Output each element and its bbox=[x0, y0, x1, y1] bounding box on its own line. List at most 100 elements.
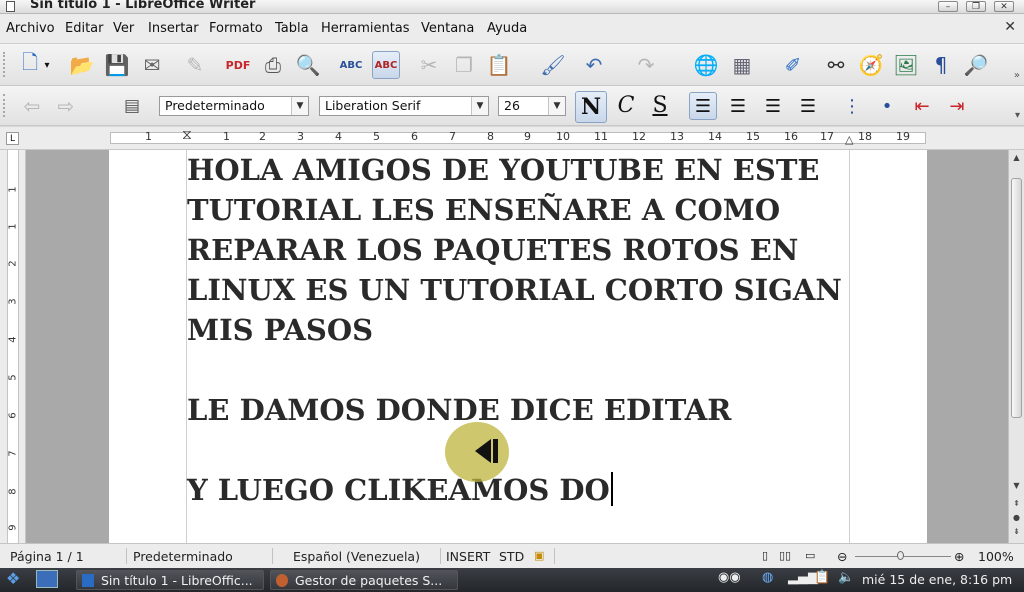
menu-ayuda[interactable]: Ayuda bbox=[487, 21, 527, 36]
tab-type-selector[interactable]: L bbox=[6, 132, 19, 145]
forward-icon[interactable]: ⇨ bbox=[52, 92, 80, 120]
zoom-icon[interactable]: 🔎 bbox=[962, 51, 990, 79]
document-canvas[interactable]: HOLA AMIGOS DE YOUTUBE EN ESTE TUTORIAL … bbox=[26, 150, 1008, 543]
close-document-icon[interactable]: ✕ bbox=[1004, 19, 1016, 35]
underline-button[interactable]: S bbox=[646, 91, 674, 119]
document-text[interactable]: HOLA AMIGOS DE YOUTUBE EN ESTE TUTORIAL … bbox=[187, 150, 857, 510]
formatting-marks-icon[interactable]: ¶ bbox=[927, 51, 955, 79]
clipboard-icon[interactable]: 📋 bbox=[814, 570, 830, 585]
text-line[interactable]: MIS PASOS bbox=[187, 310, 857, 350]
navigation-icon[interactable]: ● bbox=[1011, 512, 1022, 523]
chevron-down-icon[interactable]: ▼ bbox=[548, 97, 565, 115]
draw-functions-icon[interactable]: ✐ bbox=[779, 51, 807, 79]
justify-icon[interactable]: ☰ bbox=[794, 92, 822, 120]
menu-archivo[interactable]: Archivo bbox=[6, 21, 55, 36]
increase-indent-icon[interactable]: ⇥ bbox=[943, 92, 971, 120]
chevron-down-icon[interactable]: ▼ bbox=[291, 97, 308, 115]
text-line[interactable]: HOLA AMIGOS DE YOUTUBE EN ESTE bbox=[187, 150, 857, 190]
hyperlink-icon[interactable]: 🌐 bbox=[692, 51, 720, 79]
menu-formato[interactable]: Formato bbox=[209, 21, 263, 36]
email-icon[interactable]: ✉ bbox=[138, 51, 166, 79]
paste-icon[interactable]: 📋 bbox=[485, 51, 513, 79]
align-right-icon[interactable]: ☰ bbox=[759, 92, 787, 120]
find-replace-icon[interactable]: ⚯ bbox=[822, 51, 850, 79]
close-window-button[interactable]: ✕ bbox=[994, 1, 1014, 12]
text-line[interactable] bbox=[187, 350, 857, 390]
zoom-level[interactable]: 100% bbox=[978, 549, 1014, 564]
selection-mode[interactable]: STD bbox=[499, 549, 524, 564]
text-line[interactable]: LE DAMOS DONDE DICE EDITAR bbox=[187, 390, 857, 430]
font-name-combo[interactable]: Liberation Serif ▼ bbox=[319, 96, 489, 116]
align-left-icon[interactable]: ☰ bbox=[689, 92, 717, 120]
menu-ventana[interactable]: Ventana bbox=[421, 21, 474, 36]
italic-button[interactable]: C bbox=[612, 91, 640, 119]
task-libreoffice-writer[interactable]: Sin título 1 - LibreOffic... bbox=[76, 570, 264, 590]
network-icon[interactable]: ◍ bbox=[762, 570, 773, 585]
open-icon[interactable]: 📂 bbox=[68, 51, 96, 79]
multi-page-view-icon[interactable]: ▯▯ bbox=[779, 549, 791, 562]
new-dropdown-icon[interactable]: ▾ bbox=[40, 51, 54, 79]
menu-insertar[interactable]: Insertar bbox=[148, 21, 199, 36]
volume-icon[interactable]: 🔈 bbox=[838, 570, 854, 585]
copy-icon[interactable]: ❐ bbox=[450, 51, 478, 79]
align-center-icon[interactable]: ☰ bbox=[724, 92, 752, 120]
bullets-icon[interactable]: • bbox=[873, 92, 901, 120]
clock[interactable]: mié 15 de ene, 8:16 pm bbox=[862, 572, 1012, 587]
format-paintbrush-icon[interactable]: 🖌 bbox=[539, 51, 567, 79]
gallery-icon[interactable]: 🖼 bbox=[892, 51, 920, 79]
vertical-ruler[interactable]: 1 1 2 3 4 5 6 7 8 9 bbox=[0, 150, 26, 543]
maximize-button[interactable]: ❐ bbox=[966, 1, 986, 12]
vertical-scrollbar[interactable]: ▲ ▼ ⇞ ● ⇟ bbox=[1008, 150, 1024, 543]
toolbar-overflow-icon[interactable]: ▾ bbox=[1015, 110, 1020, 121]
zoom-slider-knob[interactable] bbox=[897, 551, 904, 560]
ruler-strip[interactable] bbox=[110, 132, 926, 144]
text-line[interactable]: REPARAR LOS PAQUETES ROTOS EN bbox=[187, 230, 857, 270]
single-page-view-icon[interactable]: ▯ bbox=[762, 549, 768, 562]
back-icon[interactable]: ⇦ bbox=[18, 92, 46, 120]
right-indent-marker-icon[interactable]: △ bbox=[845, 133, 853, 146]
text-line[interactable]: LINUX ES UN TUTORIAL CORTO SIGAN bbox=[187, 270, 857, 310]
menu-tabla[interactable]: Tabla bbox=[275, 21, 309, 36]
menu-ver[interactable]: Ver bbox=[113, 21, 134, 36]
toolbar-overflow-icon[interactable]: » bbox=[1014, 70, 1020, 81]
redo-icon[interactable]: ↷ bbox=[632, 51, 660, 79]
styles-formatting-icon[interactable]: ▤ bbox=[118, 92, 146, 120]
undo-icon[interactable]: ↶ bbox=[580, 51, 608, 79]
language-status[interactable]: Español (Venezuela) bbox=[293, 549, 420, 564]
zoom-out-icon[interactable]: ⊖ bbox=[837, 549, 847, 564]
show-desktop-icon[interactable] bbox=[36, 570, 58, 588]
scrollbar-thumb[interactable] bbox=[1011, 178, 1022, 418]
scroll-down-icon[interactable]: ▼ bbox=[1011, 480, 1022, 491]
text-line[interactable]: TUTORIAL LES ENSEÑARE A COMO bbox=[187, 190, 857, 230]
toolbar-grip[interactable] bbox=[3, 52, 9, 77]
edit-file-icon[interactable]: ✎ bbox=[181, 51, 209, 79]
previous-page-icon[interactable]: ⇞ bbox=[1011, 498, 1022, 509]
page-count[interactable]: Página 1 / 1 bbox=[10, 549, 84, 564]
font-size-combo[interactable]: 26 ▼ bbox=[498, 96, 566, 116]
export-pdf-icon[interactable]: PDF bbox=[224, 51, 252, 79]
print-icon[interactable]: ⎙ bbox=[259, 51, 287, 79]
numbering-icon[interactable]: ⋮ bbox=[838, 92, 866, 120]
text-line-current[interactable]: Y LUEGO CLIKEAMOS DO bbox=[187, 470, 857, 510]
horizontal-ruler[interactable]: L 1 ⧖ 1 2 3 4 5 6 7 8 9 10 11 12 13 14 1… bbox=[0, 127, 1024, 150]
zoom-in-icon[interactable]: ⊕ bbox=[954, 549, 964, 564]
decrease-indent-icon[interactable]: ⇤ bbox=[908, 92, 936, 120]
document-page[interactable]: HOLA AMIGOS DE YOUTUBE EN ESTE TUTORIAL … bbox=[109, 150, 927, 543]
cut-icon[interactable]: ✂ bbox=[415, 51, 443, 79]
next-page-icon[interactable]: ⇟ bbox=[1011, 526, 1022, 537]
print-preview-icon[interactable]: 🔍 bbox=[294, 51, 322, 79]
scroll-up-icon[interactable]: ▲ bbox=[1011, 152, 1022, 163]
autocheck-spelling-icon[interactable]: ABC bbox=[372, 51, 400, 79]
task-package-manager[interactable]: Gestor de paquetes S... bbox=[270, 570, 458, 590]
save-icon[interactable]: 💾 bbox=[103, 51, 131, 79]
start-menu-icon[interactable]: ❖ bbox=[6, 569, 20, 588]
menu-herramientas[interactable]: Herramientas bbox=[321, 21, 410, 36]
navigator-icon[interactable]: 🧭 bbox=[857, 51, 885, 79]
indent-marker-icon[interactable]: ⧖ bbox=[182, 127, 192, 143]
toolbar-grip[interactable] bbox=[3, 94, 9, 117]
insert-mode[interactable]: INSERT bbox=[446, 549, 490, 564]
bold-button[interactable]: N bbox=[575, 91, 607, 123]
book-view-icon[interactable]: ▭ bbox=[805, 549, 815, 562]
chevron-down-icon[interactable]: ▼ bbox=[471, 97, 488, 115]
menu-editar[interactable]: Editar bbox=[65, 21, 104, 36]
